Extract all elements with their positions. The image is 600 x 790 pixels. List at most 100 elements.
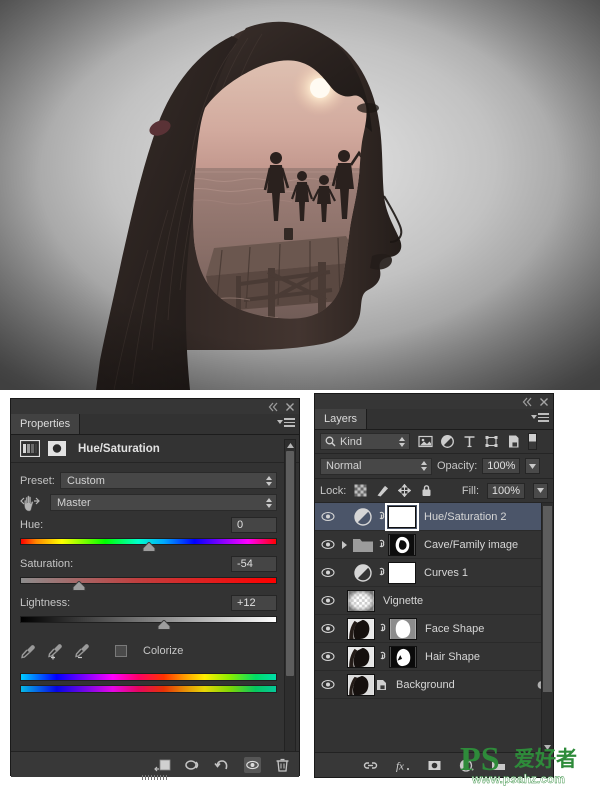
layer-link-indicator[interactable] bbox=[374, 539, 388, 551]
layer-link-indicator[interactable] bbox=[374, 567, 388, 579]
new-group-icon[interactable] bbox=[491, 758, 506, 773]
preset-row: Preset: Custom bbox=[20, 471, 277, 490]
table-row[interactable]: Curves 1 bbox=[315, 559, 553, 587]
table-row[interactable]: Hair Shape bbox=[315, 643, 553, 671]
opacity-dropdown-button[interactable] bbox=[525, 458, 541, 474]
fill-dropdown-button[interactable] bbox=[533, 482, 548, 499]
table-row[interactable]: Hue/Saturation 2 bbox=[315, 502, 553, 531]
layers-scrollbar[interactable] bbox=[541, 503, 553, 752]
lightness-track-wrap[interactable] bbox=[20, 614, 277, 630]
layer-thumbnail[interactable] bbox=[347, 673, 375, 696]
reset-icon[interactable] bbox=[214, 757, 231, 773]
properties-scrollbar[interactable] bbox=[284, 439, 296, 773]
saturation-slider-thumb[interactable] bbox=[72, 581, 86, 591]
lightness-value-field[interactable]: +12 bbox=[231, 595, 277, 611]
lock-transparent-pixels-icon[interactable] bbox=[354, 484, 367, 497]
blend-mode-select[interactable]: Normal bbox=[320, 457, 432, 475]
collapse-icon[interactable] bbox=[522, 397, 532, 407]
link-layers-icon[interactable] bbox=[363, 758, 378, 773]
panel-menu-icon[interactable] bbox=[277, 418, 295, 427]
eyedropper-subtract-icon[interactable] bbox=[74, 643, 91, 660]
filter-pixel-layers-icon[interactable] bbox=[418, 434, 433, 449]
panel-resize-grip[interactable] bbox=[142, 775, 168, 780]
adjustment-properties-icon[interactable] bbox=[20, 440, 40, 457]
layer-visibility-toggle[interactable] bbox=[317, 511, 339, 522]
tab-properties[interactable]: Properties bbox=[11, 414, 81, 434]
layer-name: Vignette bbox=[383, 594, 424, 607]
close-icon[interactable] bbox=[539, 397, 549, 407]
hue-track-wrap[interactable] bbox=[20, 536, 277, 552]
scrollbar-thumb[interactable] bbox=[286, 451, 294, 676]
preset-select[interactable]: Custom bbox=[60, 472, 277, 489]
saturation-track-wrap[interactable] bbox=[20, 575, 277, 591]
adjustment-thumbnail[interactable] bbox=[352, 506, 374, 528]
clip-to-layer-icon[interactable] bbox=[154, 757, 171, 773]
layer-visibility-toggle[interactable] bbox=[317, 567, 339, 578]
layer-mask-thumbnail[interactable] bbox=[385, 502, 419, 531]
layer-visibility-toggle[interactable] bbox=[317, 595, 339, 606]
filter-enable-toggle[interactable] bbox=[528, 433, 537, 450]
layer-visibility-toggle[interactable] bbox=[317, 651, 339, 662]
filter-adjustment-layers-icon[interactable] bbox=[440, 434, 455, 449]
hue-spectrum-bar-top[interactable] bbox=[20, 673, 277, 681]
new-adjustment-layer-icon[interactable] bbox=[459, 758, 474, 773]
saturation-label: Saturation: bbox=[20, 558, 74, 570]
collapse-icon[interactable] bbox=[268, 402, 278, 412]
layer-thumbnail[interactable] bbox=[347, 617, 375, 640]
layer-visibility-toggle[interactable] bbox=[317, 623, 339, 634]
properties-topbar bbox=[11, 399, 299, 414]
fill-value-field[interactable]: 100% bbox=[487, 482, 525, 499]
adjustment-thumbnail[interactable] bbox=[352, 562, 374, 584]
close-icon[interactable] bbox=[285, 402, 295, 412]
mask-properties-icon[interactable] bbox=[47, 440, 67, 457]
toggle-visibility-icon[interactable] bbox=[244, 756, 261, 773]
lock-position-icon[interactable] bbox=[398, 484, 412, 497]
hue-value-field[interactable]: 0 bbox=[231, 517, 277, 533]
layer-mask-thumbnail[interactable] bbox=[388, 533, 416, 556]
panel-menu-icon[interactable] bbox=[531, 413, 549, 422]
group-expand-arrow[interactable] bbox=[339, 540, 350, 549]
table-row[interactable]: Face Shape bbox=[315, 615, 553, 643]
colorize-checkbox[interactable] bbox=[115, 645, 127, 657]
saturation-value-field[interactable]: -54 bbox=[231, 556, 277, 572]
layer-mask-thumbnail[interactable] bbox=[388, 561, 416, 584]
filter-smart-objects-icon[interactable] bbox=[506, 434, 521, 449]
scroll-up-arrow-icon[interactable] bbox=[285, 440, 295, 450]
eye-icon bbox=[321, 567, 335, 578]
layer-link-indicator[interactable] bbox=[374, 511, 388, 523]
view-previous-state-icon[interactable] bbox=[184, 757, 201, 773]
delete-icon[interactable] bbox=[274, 757, 291, 773]
opacity-value-field[interactable]: 100% bbox=[482, 458, 521, 474]
eyedropper-add-icon[interactable] bbox=[47, 643, 64, 660]
lock-all-icon[interactable] bbox=[420, 484, 433, 497]
layer-name: Hair Shape bbox=[425, 650, 481, 663]
layer-thumbnail[interactable] bbox=[347, 645, 375, 668]
lightness-slider-thumb[interactable] bbox=[157, 620, 171, 630]
add-layer-mask-icon[interactable] bbox=[427, 758, 442, 773]
layer-mask-thumbnail[interactable] bbox=[389, 645, 417, 668]
hue-spectrum-bar-bottom[interactable] bbox=[20, 685, 277, 693]
targeted-adjustment-hand-icon[interactable] bbox=[20, 493, 42, 513]
lock-image-pixels-icon[interactable] bbox=[376, 484, 389, 497]
scrollbar-thumb[interactable] bbox=[543, 506, 552, 692]
table-row[interactable]: Vignette bbox=[315, 587, 553, 615]
layer-thumbnail[interactable] bbox=[347, 589, 375, 612]
menu-caret-icon bbox=[277, 420, 283, 425]
hue-slider-thumb[interactable] bbox=[142, 542, 155, 552]
table-row[interactable]: Cave/Family image bbox=[315, 531, 553, 559]
filter-shape-layers-icon[interactable] bbox=[484, 434, 499, 449]
channel-select[interactable]: Master bbox=[50, 494, 277, 511]
layer-style-fx-icon[interactable]: fx bbox=[395, 758, 410, 773]
layer-mask-thumbnail[interactable] bbox=[389, 617, 417, 640]
layer-link-indicator[interactable] bbox=[375, 651, 389, 663]
kind-filter-select[interactable]: Kind bbox=[320, 433, 410, 450]
table-row[interactable]: Background bbox=[315, 671, 553, 699]
tab-layers[interactable]: Layers bbox=[315, 409, 368, 429]
filter-type-layers-icon[interactable] bbox=[462, 434, 477, 449]
double-exposure-artwork bbox=[0, 0, 600, 390]
eyedropper-icon[interactable] bbox=[20, 643, 37, 660]
layer-visibility-toggle[interactable] bbox=[317, 539, 339, 550]
layer-visibility-toggle[interactable] bbox=[317, 679, 339, 690]
scroll-down-arrow-icon[interactable] bbox=[542, 745, 553, 750]
layer-link-indicator[interactable] bbox=[375, 623, 389, 635]
